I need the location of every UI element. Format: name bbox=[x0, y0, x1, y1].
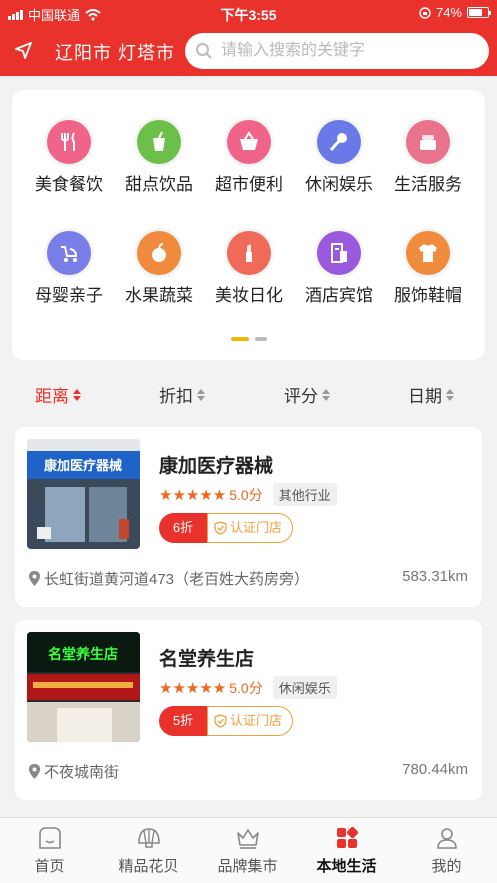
location-arrow-icon[interactable] bbox=[14, 40, 34, 60]
sort-arrows-icon bbox=[197, 388, 205, 401]
search-bar[interactable] bbox=[185, 33, 489, 69]
store-address: 不夜城南街 bbox=[29, 761, 119, 782]
page-dot-active bbox=[230, 337, 249, 341]
bottom-nav: 首页 精品花贝 品牌集市 本地生活 我的 bbox=[0, 817, 497, 883]
category-fruit-veg[interactable]: 水果蔬菜 bbox=[114, 231, 204, 306]
discount-badge: 5折 bbox=[159, 706, 207, 736]
store-card[interactable]: 康加医疗器械 康加医疗器械 ★★★★★ 5.0分 其他行业 6折 认证门店 长虹… bbox=[15, 427, 482, 607]
discount-badge: 6折 bbox=[159, 513, 207, 543]
category-grid: 美食餐饮 甜点饮品 超市便利 休闲娱乐 生活服务 母婴亲子 水果蔬菜 美妆日化 … bbox=[12, 90, 485, 360]
sort-arrows-icon bbox=[73, 388, 81, 401]
location-pin-icon bbox=[29, 764, 40, 779]
store-sign-text: 康加医疗器械 bbox=[44, 458, 122, 474]
shield-check-icon bbox=[214, 714, 227, 728]
category-beauty[interactable]: 美妆日化 bbox=[204, 231, 294, 306]
city-selector[interactable]: 辽阳市 灯塔市 bbox=[55, 39, 175, 65]
store-sign-text: 名堂养生店 bbox=[48, 646, 118, 663]
sort-date[interactable]: 日期 bbox=[408, 382, 454, 407]
status-bar: 中国联通 下午3:55 74% bbox=[0, 0, 497, 26]
category-food[interactable]: 美食餐饮 bbox=[24, 120, 114, 195]
battery-percent: 74% bbox=[435, 5, 462, 20]
sort-arrows-icon bbox=[446, 388, 454, 401]
category-drinks[interactable]: 甜点饮品 bbox=[114, 120, 204, 195]
page-dot bbox=[254, 337, 267, 341]
search-icon bbox=[196, 43, 212, 59]
rotation-lock-icon bbox=[419, 6, 431, 19]
category-tag: 其他行业 bbox=[272, 483, 337, 506]
category-supermarket[interactable]: 超市便利 bbox=[204, 120, 294, 195]
store-rating: ★★★★★ 5.0分 休闲娱乐 bbox=[159, 676, 337, 699]
location-pin-icon bbox=[29, 571, 40, 586]
top-header: 中国联通 下午3:55 74% 辽阳市 灯塔市 bbox=[0, 0, 497, 76]
store-address: 长虹街道黄河道473（老百姓大药房旁） bbox=[29, 568, 309, 589]
rating-score: 5.0分 bbox=[229, 486, 263, 503]
certified-badge: 认证门店 bbox=[207, 706, 294, 736]
category-clothing[interactable]: 服饰鞋帽 bbox=[383, 231, 473, 306]
page-indicator bbox=[12, 337, 485, 341]
store-badges: 5折 认证门店 bbox=[159, 706, 294, 736]
shield-check-icon bbox=[214, 521, 227, 535]
building-icon bbox=[317, 231, 361, 275]
category-entertainment[interactable]: 休闲娱乐 bbox=[294, 120, 384, 195]
sort-distance[interactable]: 距离 bbox=[35, 382, 81, 407]
store-photo: 名堂养生店 bbox=[27, 632, 140, 742]
fork-knife-icon bbox=[47, 120, 91, 164]
drink-cup-icon bbox=[137, 120, 181, 164]
category-tag: 休闲娱乐 bbox=[272, 676, 337, 699]
sort-rating[interactable]: 评分 bbox=[284, 382, 330, 407]
sort-arrows-icon bbox=[322, 388, 330, 401]
category-mother-baby[interactable]: 母婴亲子 bbox=[24, 231, 114, 306]
category-hotel[interactable]: 酒店宾馆 bbox=[294, 231, 384, 306]
store-card[interactable]: 名堂养生店 名堂养生店 ★★★★★ 5.0分 休闲娱乐 5折 认证门店 不夜城南… bbox=[15, 620, 482, 800]
user-icon bbox=[436, 828, 457, 849]
store-distance: 583.31km bbox=[402, 568, 468, 585]
home-icon bbox=[38, 827, 61, 849]
nav-home[interactable]: 首页 bbox=[0, 818, 99, 883]
store-rating: ★★★★★ 5.0分 其他行业 bbox=[159, 483, 337, 506]
apple-icon bbox=[137, 231, 181, 275]
basket-icon bbox=[227, 120, 271, 164]
store-photo: 康加医疗器械 bbox=[27, 439, 140, 549]
grid-icon bbox=[336, 826, 358, 848]
category-life-service[interactable]: 生活服务 bbox=[383, 120, 473, 195]
star-rating-icon: ★★★★★ bbox=[159, 679, 227, 697]
sort-bar: 距离 折扣 评分 日期 bbox=[0, 375, 497, 411]
nav-mine[interactable]: 我的 bbox=[397, 818, 496, 883]
lipstick-icon bbox=[227, 231, 271, 275]
cake-icon bbox=[406, 120, 450, 164]
star-rating-icon: ★★★★★ bbox=[159, 486, 227, 504]
nav-local-life[interactable]: 本地生活 bbox=[297, 818, 396, 883]
microphone-icon bbox=[317, 120, 361, 164]
search-input[interactable] bbox=[221, 33, 481, 69]
store-badges: 6折 认证门店 bbox=[159, 513, 294, 543]
store-name[interactable]: 名堂养生店 bbox=[159, 644, 254, 671]
nav-featured[interactable]: 精品花贝 bbox=[99, 818, 198, 883]
shirt-icon bbox=[406, 231, 450, 275]
stroller-icon bbox=[47, 231, 91, 275]
rating-score: 5.0分 bbox=[229, 679, 263, 696]
store-distance: 780.44km bbox=[402, 761, 468, 778]
shell-icon bbox=[137, 828, 160, 848]
sort-discount[interactable]: 折扣 bbox=[159, 382, 205, 407]
crown-icon bbox=[236, 829, 259, 849]
store-name[interactable]: 康加医疗器械 bbox=[159, 451, 273, 478]
certified-badge: 认证门店 bbox=[207, 513, 294, 543]
battery-icon bbox=[467, 7, 491, 18]
nav-brand-market[interactable]: 品牌集市 bbox=[198, 818, 297, 883]
